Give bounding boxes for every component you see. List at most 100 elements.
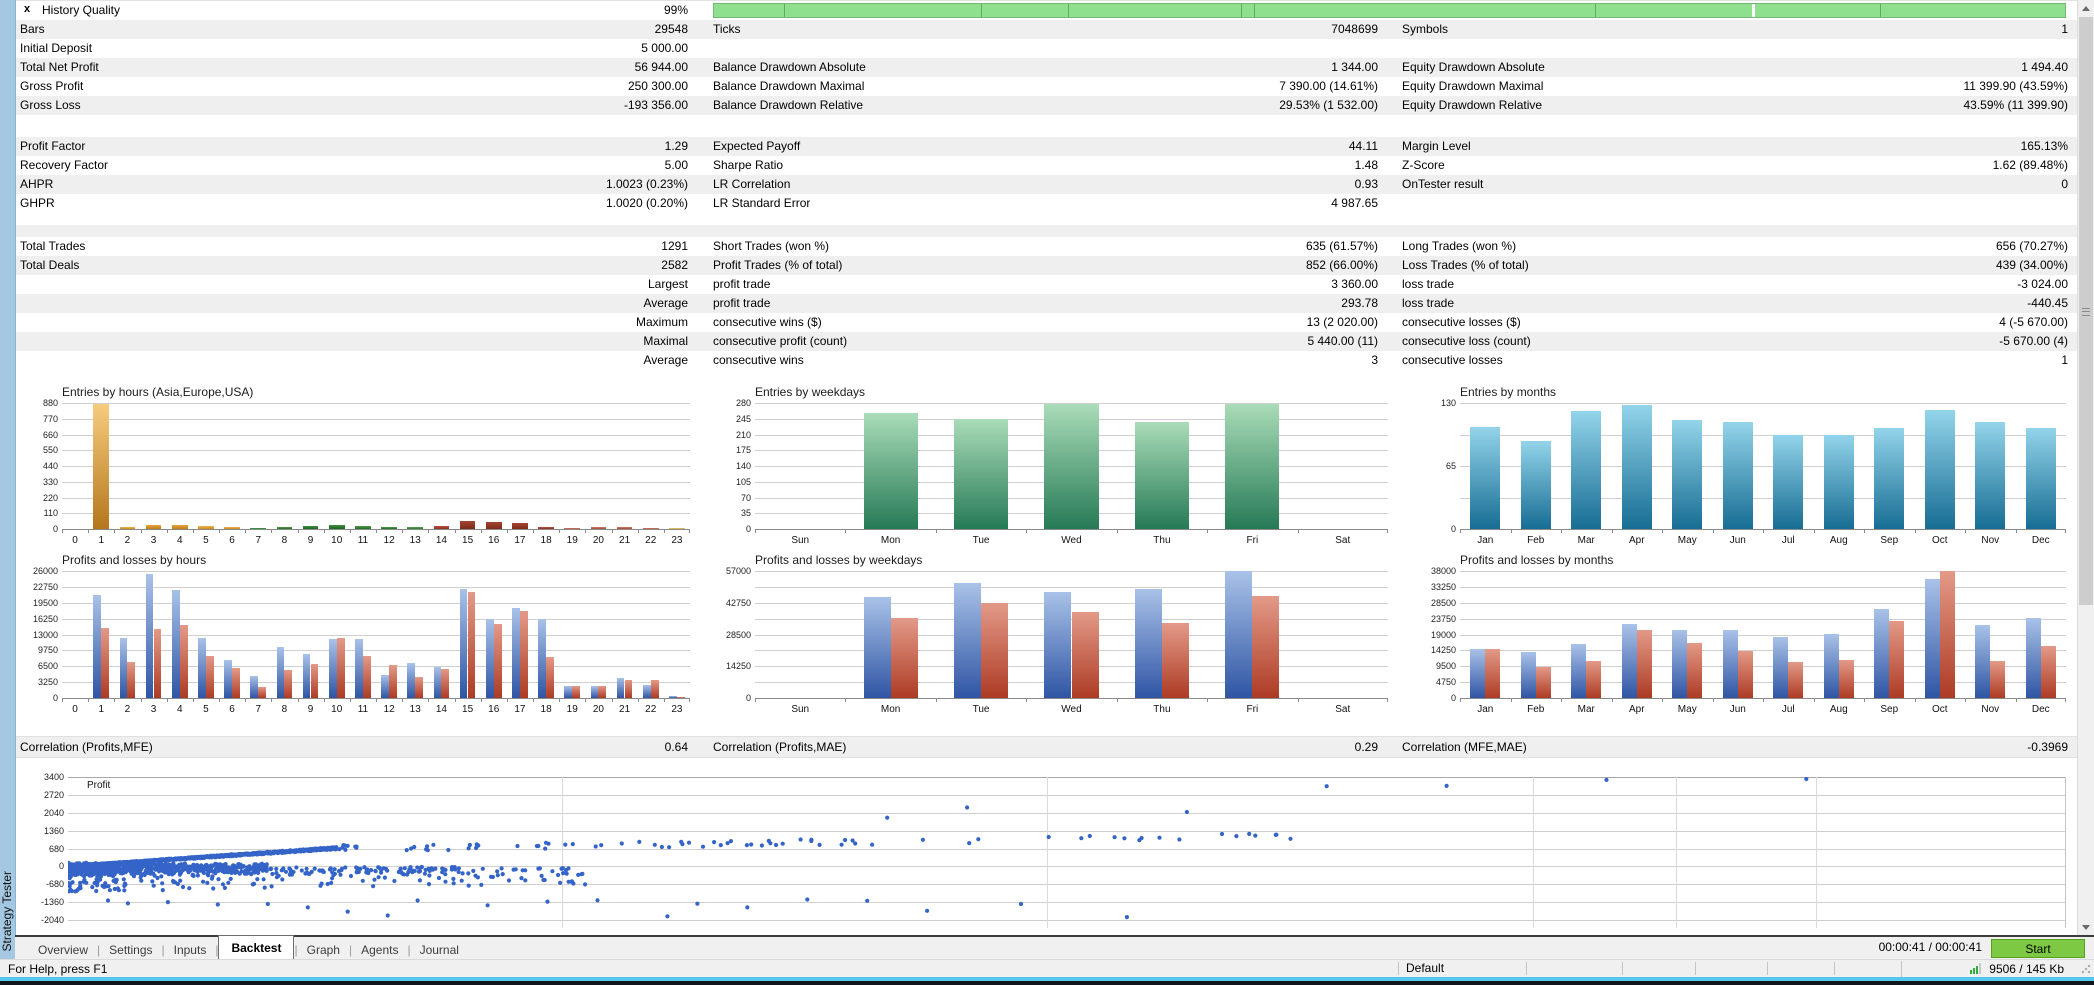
scrollbar-thumb[interactable]	[2079, 17, 2093, 605]
stat-value: 656 (70.27%)	[1996, 237, 2068, 256]
bar	[494, 624, 502, 698]
bar	[643, 685, 651, 698]
x-axis-tick	[755, 698, 756, 702]
stat-value: Average	[644, 351, 688, 370]
tab-overview[interactable]: Overview	[29, 939, 97, 961]
spacer-row	[0, 213, 2077, 225]
bar	[1470, 649, 1485, 698]
stat-label: Bars	[20, 20, 45, 39]
scroll-down-button[interactable]	[2078, 918, 2094, 935]
stat-label: Balance Drawdown Maximal	[713, 77, 864, 96]
x-axis-label: Jul	[1763, 704, 1814, 715]
close-icon[interactable]: x	[20, 2, 34, 17]
elapsed-time: 00:00:41 / 00:00:41	[1879, 940, 1982, 954]
x-axis-tick	[2016, 529, 2017, 533]
bar	[224, 660, 232, 698]
x-axis-label: 4	[167, 704, 193, 715]
bar	[277, 647, 285, 698]
x-axis-tick	[533, 698, 534, 702]
stat-label: Z-Score	[1402, 156, 1445, 175]
x-axis-tick	[193, 529, 194, 533]
bar	[1536, 667, 1551, 698]
vertical-scrollbar[interactable]	[2077, 0, 2094, 935]
stat-value: 4 987.65	[1331, 194, 1378, 213]
y-axis-label: 550	[43, 445, 58, 455]
stat-label: Total Net Profit	[20, 58, 99, 77]
x-axis-label: Sat	[1298, 704, 1388, 715]
x-axis-label: Mon	[845, 704, 935, 715]
tab-settings[interactable]: Settings	[100, 939, 161, 961]
stat-cell: Initial Deposit5 000.00	[0, 39, 695, 58]
tab-backtest[interactable]: Backtest	[218, 935, 294, 961]
y-axis-label: 0	[53, 524, 58, 534]
x-axis-label: 2	[114, 535, 140, 546]
stat-cell: Balance Drawdown Relative29.53% (1 532.0…	[695, 96, 1389, 115]
x-axis-label: 19	[559, 535, 585, 546]
tab-journal[interactable]: Journal	[411, 939, 468, 961]
stat-cell: consecutive wins3	[695, 351, 1389, 370]
bar	[954, 419, 1008, 529]
y-axis-label: 880	[43, 398, 58, 408]
stat-value: 635 (61.57%)	[1306, 237, 1378, 256]
y-axis-label: 0	[746, 693, 751, 703]
stat-label: profit trade	[713, 275, 770, 294]
y-axis-label: 175	[736, 445, 751, 455]
resize-grip-icon[interactable]	[2081, 964, 2091, 974]
bar	[1135, 589, 1162, 698]
bar	[329, 639, 337, 698]
y-axis-label: 19500	[33, 598, 58, 608]
x-axis-label: Sep	[1864, 535, 1915, 546]
x-axis-tick	[559, 698, 560, 702]
bar	[434, 526, 450, 529]
tab-inputs[interactable]: Inputs	[165, 939, 216, 961]
scroll-up-button[interactable]	[2078, 0, 2094, 17]
x-axis-label: 11	[350, 535, 376, 546]
x-axis-tick	[1864, 529, 1865, 533]
stat-value: 11 399.90 (43.59%)	[1963, 77, 2068, 96]
stat-cell: consecutive wins ($)13 (2 020.00)	[695, 313, 1389, 332]
x-axis-tick	[1915, 529, 1916, 533]
tab-agents[interactable]: Agents	[352, 939, 407, 961]
bar	[337, 638, 345, 698]
bar	[486, 522, 502, 529]
y-axis-label: 0	[1451, 524, 1456, 534]
x-axis-label: Sun	[755, 704, 845, 715]
stat-value: 56 944.00	[635, 58, 688, 77]
bar	[232, 668, 240, 698]
bar	[441, 669, 449, 698]
gridline	[1460, 603, 2066, 604]
x-axis-label: 7	[245, 535, 271, 546]
scroll-down-icon	[2082, 925, 2090, 930]
bar	[146, 574, 154, 698]
y-axis-label: 2040	[44, 808, 64, 818]
x-axis-tick	[114, 698, 115, 702]
start-button[interactable]: Start	[1991, 939, 2085, 958]
chart-title: Profits and losses by weekdays	[755, 553, 922, 567]
bar	[434, 667, 442, 698]
x-axis-tick	[402, 698, 403, 702]
x-axis-tick	[481, 529, 482, 533]
bar	[538, 527, 554, 529]
x-axis-label: Mar	[1561, 704, 1612, 715]
bar	[1839, 660, 1854, 698]
bar	[1521, 441, 1551, 529]
bar	[468, 592, 476, 699]
bar	[303, 654, 311, 698]
bar	[381, 675, 389, 698]
x-axis-tick	[1713, 698, 1714, 702]
x-axis-label: Dec	[2016, 535, 2067, 546]
y-axis-label: 140	[736, 461, 751, 471]
quality-segment-divider	[1595, 4, 1596, 17]
x-axis-tick	[936, 698, 937, 702]
stat-cell: Expected Payoff44.11	[695, 137, 1389, 156]
bar	[224, 527, 240, 529]
stat-value: 5 000.00	[641, 39, 688, 58]
x-axis	[755, 698, 1388, 699]
status-cell	[1834, 962, 1901, 975]
stat-row: Averageprofit trade293.78loss trade-440.…	[0, 294, 2077, 313]
x-axis-label: Fri	[1207, 535, 1297, 546]
tab-graph[interactable]: Graph	[298, 939, 349, 961]
x-axis-tick	[559, 529, 560, 533]
chart-plot: SunMonTueWedThuFriSat	[755, 571, 1388, 698]
stat-value: 1 344.00	[1331, 58, 1378, 77]
